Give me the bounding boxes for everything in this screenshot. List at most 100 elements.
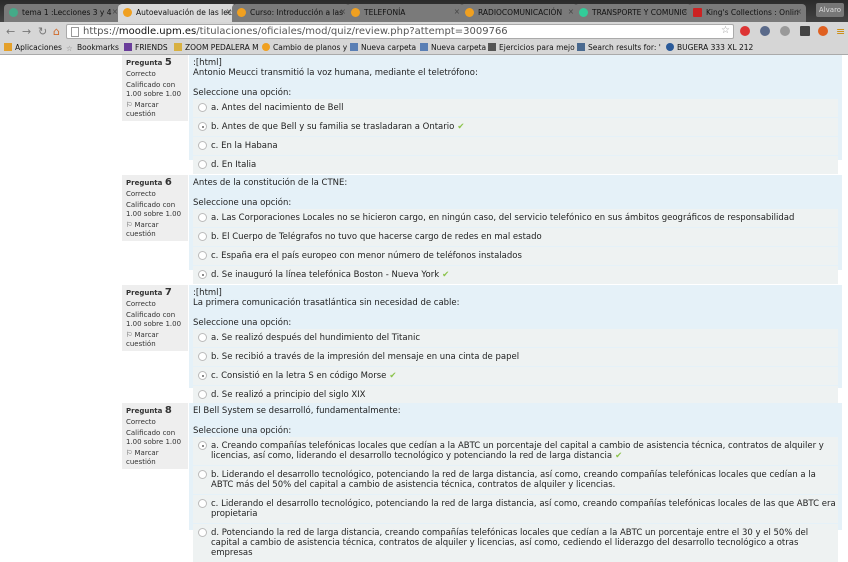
drive-icon	[9, 8, 18, 17]
answer-option[interactable]: a. Antes del nacimiento de Bell	[193, 99, 838, 117]
site-icon	[579, 8, 588, 17]
question-state: Correcto	[126, 70, 156, 78]
user-profile-button[interactable]: Alvaro	[816, 3, 844, 17]
select-prompt: Seleccione una opción:	[193, 426, 292, 436]
question-state: Correcto	[126, 300, 156, 308]
question-text: Antes de la constitución de la CTNE:	[193, 178, 348, 188]
answer-option[interactable]: c. En la Habana	[193, 137, 838, 155]
question-text: Antonio Meucci transmitió la voz humana,…	[193, 68, 478, 78]
answer-option[interactable]: c. España era el país europeo con menor …	[193, 247, 838, 265]
radio-button[interactable]	[198, 122, 207, 131]
extension-icon[interactable]	[740, 26, 750, 36]
bookmark-label: Search results for: '	[588, 43, 661, 52]
bookmark-item[interactable]: FRIENDS	[124, 43, 168, 52]
question-label: Pregunta	[126, 289, 163, 297]
extension-icon[interactable]	[818, 26, 828, 36]
flag-question-link[interactable]: ⚐ Marcar cuestión	[126, 101, 184, 119]
option-label: b. Liderando el desarrollo tecnológico, …	[211, 470, 816, 490]
question-content: Antes de la constitución de la CTNE: Sel…	[189, 175, 842, 284]
answer-option[interactable]: d. Se realizó a principio del siglo XIX	[193, 386, 838, 404]
bookmarks-bar: Aplicaciones ☆ Bookmarks FRIENDS ZOOM PED…	[0, 41, 848, 55]
option-label: d. Se realizó a principio del siglo XIX	[211, 390, 366, 400]
radio-button[interactable]	[198, 103, 207, 112]
correct-check-icon: ✔	[442, 270, 450, 280]
flag-question-link[interactable]: ⚐ Marcar cuestión	[126, 221, 184, 239]
bookmark-item[interactable]: Cambio de planos y	[262, 43, 347, 52]
answer-option[interactable]: c. Liderando el desarrollo tecnológico, …	[193, 495, 838, 523]
option-label: a. Las Corporaciones Locales no se hicie…	[211, 213, 795, 223]
forward-icon[interactable]: →	[22, 25, 31, 38]
address-bar[interactable]: https://moodle.upm.es/titulaciones/ofici…	[66, 24, 734, 39]
select-prompt: Seleccione una opción:	[193, 198, 292, 208]
flag-question-link[interactable]: ⚐ Marcar cuestión	[126, 331, 184, 349]
answer-option[interactable]: a. Las Corporaciones Locales no se hicie…	[193, 209, 838, 227]
menu-icon[interactable]: ≡	[836, 25, 845, 38]
radio-button[interactable]	[198, 160, 207, 169]
radio-button[interactable]	[198, 528, 207, 537]
site-icon	[262, 43, 270, 51]
question-state: Correcto	[126, 190, 156, 198]
url-path: /titulaciones/oficiales/mod/quiz/review.…	[196, 26, 508, 37]
answer-option[interactable]: d. Se inauguró la línea telefónica Bosto…	[193, 266, 838, 284]
bookmark-item[interactable]: BUGERA 333 XL 212	[666, 43, 753, 52]
answer-option[interactable]: a. Creando compañías telefónicas locales…	[193, 437, 838, 465]
reload-icon[interactable]: ↻	[38, 25, 47, 38]
tab-label: TRANSPORTE Y COMUNIC	[592, 8, 687, 17]
bookmark-label: BUGERA 333 XL 212	[677, 43, 754, 52]
browser-tab[interactable]: TELEFONÍA ×	[346, 4, 464, 22]
bookmark-item[interactable]: Aplicaciones	[4, 43, 62, 52]
radio-button[interactable]	[198, 352, 207, 361]
tab-label: RADIOCOMUNICACIÓN	[478, 8, 563, 17]
moodle-icon	[237, 8, 246, 17]
browser-tab[interactable]: TRANSPORTE Y COMUNIC ×	[574, 4, 692, 22]
browser-tab[interactable]: Curso: Introducción a las ×	[232, 4, 350, 22]
star-icon[interactable]: ☆	[721, 25, 730, 36]
flag-question-link[interactable]: ⚐ Marcar cuestión	[126, 449, 184, 467]
question-label: Pregunta	[126, 59, 163, 67]
radio-button[interactable]	[198, 371, 207, 380]
bookmark-item[interactable]: Ejercicios para mejo	[488, 43, 575, 52]
radio-button[interactable]	[198, 213, 207, 222]
extension-icon[interactable]	[780, 26, 790, 36]
close-icon[interactable]: ×	[796, 7, 802, 16]
bookmark-item[interactable]: Search results for: '	[577, 43, 661, 52]
radio-button[interactable]	[198, 141, 207, 150]
browser-tab-active[interactable]: Autoevaluación de las lecc ×	[118, 4, 236, 22]
answer-option[interactable]: a. Se realizó después del hundimiento de…	[193, 329, 838, 347]
radio-button[interactable]	[198, 333, 207, 342]
radio-button[interactable]	[198, 251, 207, 260]
flag-icon: ⚐	[126, 449, 133, 457]
answer-option[interactable]: b. Se recibió a través de la impresión d…	[193, 348, 838, 366]
radio-button[interactable]	[198, 441, 207, 450]
bookmark-item[interactable]: ZOOM PEDALERA M	[174, 43, 259, 52]
folder-icon	[420, 43, 428, 51]
extension-icon[interactable]	[760, 26, 770, 36]
bookmark-folder[interactable]: Nueva carpeta	[350, 43, 416, 52]
option-label: d. Se inauguró la línea telefónica Bosto…	[211, 270, 440, 280]
back-icon[interactable]: ←	[6, 25, 15, 38]
browser-tab[interactable]: tema 1 :Lecciones 3 y 4 ×	[4, 4, 122, 22]
question-content: :[html] Antonio Meucci transmitió la voz…	[189, 55, 842, 174]
bookmark-label: FRIENDS	[135, 43, 168, 52]
answer-option[interactable]: b. Antes de que Bell y su familia se tra…	[193, 118, 838, 136]
question-number: Pregunta 7	[126, 288, 184, 298]
question-label: Pregunta	[126, 407, 163, 415]
answer-option[interactable]: d. En Italia	[193, 156, 838, 174]
radio-button[interactable]	[198, 232, 207, 241]
bookmark-item[interactable]: ☆ Bookmarks	[66, 43, 119, 53]
answer-option[interactable]: b. Liderando el desarrollo tecnológico, …	[193, 466, 838, 494]
radio-button[interactable]	[198, 270, 207, 279]
search-icon	[577, 43, 585, 51]
bookmark-folder[interactable]: Nueva carpeta	[420, 43, 486, 52]
radio-button[interactable]	[198, 390, 207, 399]
options-list: a. Las Corporaciones Locales no se hicie…	[193, 209, 838, 284]
browser-tab[interactable]: RADIOCOMUNICACIÓN ×	[460, 4, 578, 22]
home-icon[interactable]: ⌂	[53, 25, 60, 38]
browser-tab[interactable]: King's Collections : Onlin ×	[688, 4, 806, 22]
radio-button[interactable]	[198, 499, 207, 508]
radio-button[interactable]	[198, 470, 207, 479]
url-prefix: https://	[83, 26, 119, 37]
answer-option[interactable]: c. Consistió en la letra S en código Mor…	[193, 367, 838, 385]
extension-icon[interactable]	[800, 26, 810, 36]
answer-option[interactable]: b. El Cuerpo de Telégrafos no tuvo que h…	[193, 228, 838, 246]
